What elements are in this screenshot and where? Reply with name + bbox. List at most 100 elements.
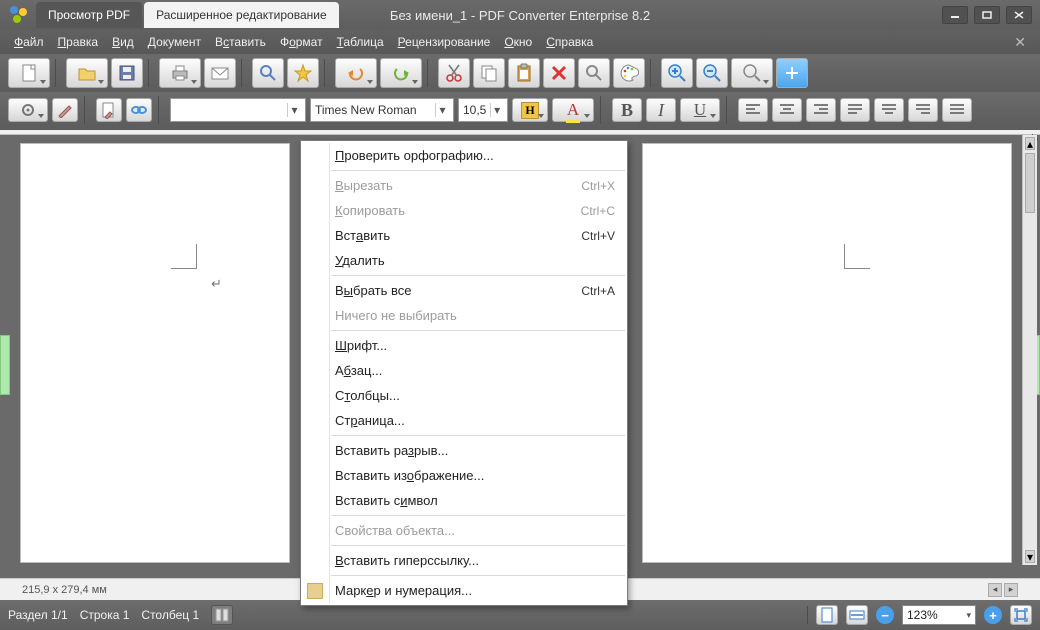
bold-button[interactable]: B [612,98,642,122]
ctx-insert-link[interactable]: Вставить гиперссылку... [301,548,627,573]
margin-corner-icon [171,239,201,269]
font-select[interactable]: Times New Roman▾ [310,98,454,122]
undo-button[interactable] [335,58,377,88]
underline-button[interactable]: U [680,98,720,122]
edit-mode-button[interactable] [52,98,78,122]
align-justify-center-button[interactable] [874,98,904,122]
print-button[interactable] [159,58,201,88]
ctx-cut: ВырезатьCtrl+X [301,173,627,198]
close-document-button[interactable]: ✕ [1014,34,1026,51]
ctx-insert-symbol[interactable]: Вставить символ [301,488,627,513]
ctx-select-all[interactable]: Выбрать всеCtrl+A [301,278,627,303]
ctx-bullets[interactable]: Маркер и нумерация... [301,578,627,603]
zoom-out-button[interactable] [696,58,728,88]
font-value: Times New Roman [315,103,431,117]
align-justify-right-button[interactable] [908,98,938,122]
page-canvas[interactable] [642,143,1012,563]
ctx-font[interactable]: Шрифт... [301,333,627,358]
maximize-button[interactable] [974,6,1000,24]
zoom-value: 123% [907,608,938,622]
menu-insert[interactable]: Вставить [215,35,266,49]
menu-window[interactable]: Окно [504,35,532,49]
menu-edit[interactable]: Правка [58,35,99,49]
status-line: Строка 1 [80,608,130,622]
zoom-tool-button[interactable] [578,58,610,88]
context-menu: Проверить орфографию... ВырезатьCtrl+X К… [300,140,628,606]
align-left-button[interactable] [738,98,768,122]
new-button[interactable] [8,58,50,88]
ctx-columns[interactable]: Столбцы... [301,383,627,408]
zoom-in-status-button[interactable]: + [984,606,1002,624]
font-size-select[interactable]: 10,5▾ [458,98,508,122]
fit-width-button[interactable] [776,58,808,88]
link-tool-button[interactable] [126,98,152,122]
zoom-value-box[interactable]: 123%▾ [902,605,976,625]
ctx-delete[interactable]: Удалить [301,248,627,273]
status-section: Раздел 1/1 [8,608,68,622]
left-panel-handle[interactable] [0,335,10,395]
menu-bar: Файл Правка Вид Документ Вставить Формат… [0,30,1040,54]
zoom-in-button[interactable] [661,58,693,88]
cut-button[interactable] [438,58,470,88]
paste-button[interactable] [508,58,540,88]
main-toolbar [0,54,1040,92]
ctx-page[interactable]: Страница... [301,408,627,433]
close-button[interactable] [1006,6,1032,24]
open-button[interactable] [66,58,108,88]
status-column: Столбец 1 [141,608,199,622]
tab-view-pdf[interactable]: Просмотр PDF [36,2,142,28]
zoom-level-button[interactable] [731,58,773,88]
align-center-button[interactable] [772,98,802,122]
zoom-out-status-button[interactable]: − [876,606,894,624]
fit-page-button[interactable] [816,605,838,625]
highlight-h-button[interactable]: H [512,98,548,122]
ctx-paragraph[interactable]: Абзац... [301,358,627,383]
color-palette-button[interactable] [613,58,645,88]
redo-button[interactable] [380,58,422,88]
align-right-button[interactable] [806,98,836,122]
scroll-left-button[interactable]: ◂ [988,583,1002,597]
document-tool-button[interactable] [96,98,122,122]
ctx-deselect: Ничего не выбирать [301,303,627,328]
format-toolbar: ▾ Times New Roman▾ 10,5▾ H A B I U [0,92,1040,130]
favorite-button[interactable] [287,58,319,88]
layout-view-button[interactable] [211,605,233,625]
page-dimensions: 215,9 x 279,4 мм [22,584,107,596]
menu-help[interactable]: Справка [546,35,593,49]
ctx-copy: КопироватьCtrl+C [301,198,627,223]
tab-advanced-edit[interactable]: Расширенное редактирование [144,2,339,28]
minimize-button[interactable] [942,6,968,24]
menu-file[interactable]: Файл [14,35,44,49]
fullscreen-button[interactable] [1010,605,1032,625]
margin-corner-icon [840,239,870,269]
options-gear-button[interactable] [8,98,48,122]
align-justify-left-button[interactable] [840,98,870,122]
delete-x-button[interactable] [543,58,575,88]
ctx-insert-break[interactable]: Вставить разрыв... [301,438,627,463]
app-logo-icon [10,6,28,24]
scroll-right-button[interactable]: ▸ [1004,583,1018,597]
page-canvas[interactable]: ↵ [20,143,290,563]
save-button[interactable] [111,58,143,88]
menu-view[interactable]: Вид [112,35,134,49]
italic-button[interactable]: I [646,98,676,122]
menu-table[interactable]: Таблица [337,35,384,49]
copy-button[interactable] [473,58,505,88]
menu-review[interactable]: Рецензирование [398,35,491,49]
align-justify-full-button[interactable] [942,98,972,122]
ctx-insert-image[interactable]: Вставить изображение... [301,463,627,488]
ctx-spellcheck[interactable]: Проверить орфографию... [301,143,627,168]
style-select[interactable]: ▾ [170,98,306,122]
window-title: Без имени_1 - PDF Converter Enterprise 8… [390,8,650,23]
font-size-value: 10,5 [463,103,486,117]
vertical-scrollbar[interactable]: ▴ ▾ [1022,135,1037,565]
menu-format[interactable]: Формат [280,35,323,49]
title-bar: Просмотр PDF Расширенное редактирование … [0,0,1040,30]
find-button[interactable] [252,58,284,88]
ctx-paste[interactable]: ВставитьCtrl+V [301,223,627,248]
font-color-button[interactable]: A [552,98,594,122]
fit-width-status-button[interactable] [846,605,868,625]
menu-document[interactable]: Документ [148,35,201,49]
tab-label: Расширенное редактирование [156,8,327,22]
mail-button[interactable] [204,58,236,88]
